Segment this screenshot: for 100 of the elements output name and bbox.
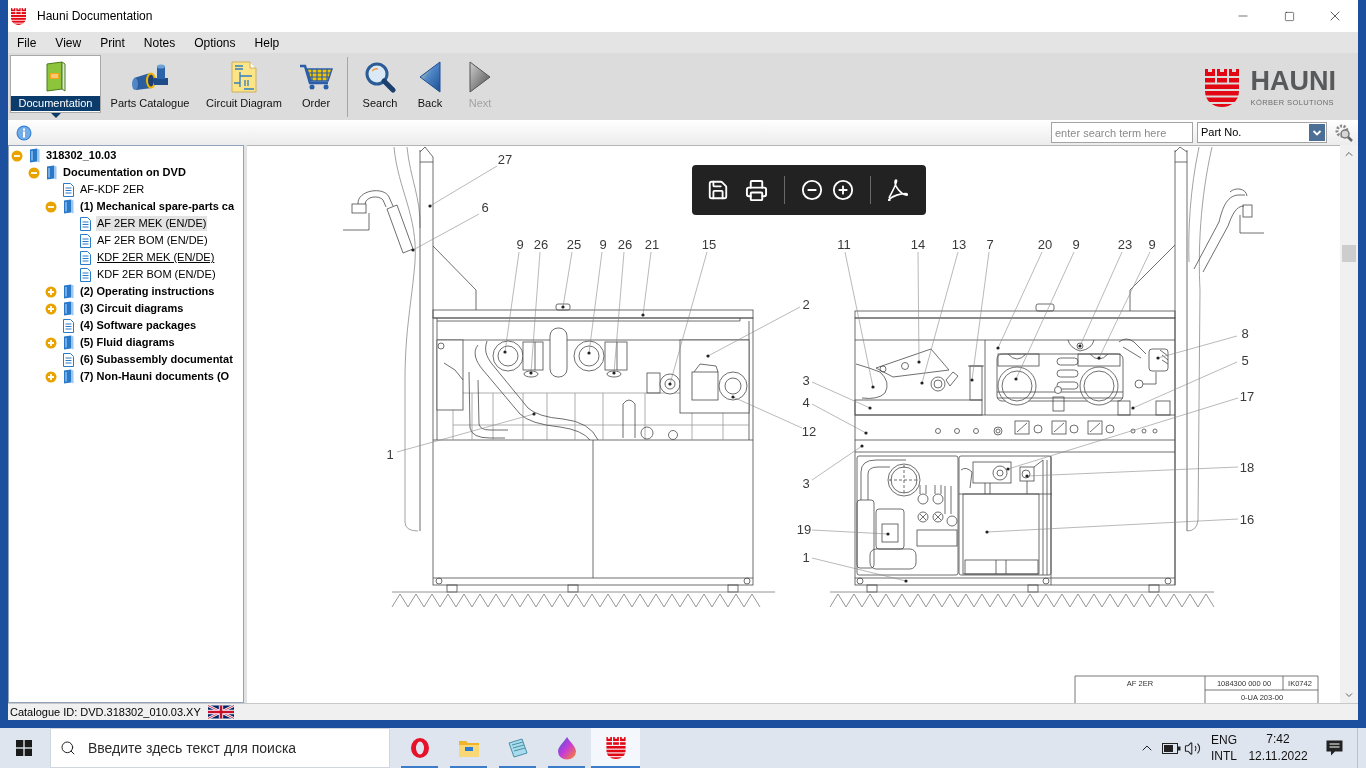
battery-icon[interactable]	[1162, 742, 1181, 754]
callout-number: 26	[533, 236, 549, 252]
tree-item[interactable]: (1) Mechanical spare-parts ca	[79, 199, 236, 214]
callout-number: 3	[802, 372, 810, 388]
printer-icon	[744, 178, 768, 202]
triangle-pointer-icon	[51, 113, 61, 118]
document-icon	[80, 216, 91, 231]
tree-item[interactable]: (3) Circuit diagrams	[79, 301, 185, 316]
info-icon[interactable]	[16, 124, 32, 141]
scrollbar-thumb[interactable]	[1342, 245, 1356, 262]
clock[interactable]: 7:42 12.11.2022	[1245, 728, 1311, 768]
castle-logo-icon	[11, 7, 26, 25]
tree-item[interactable]: AF 2ER MEK (EN/DE)	[96, 216, 208, 231]
book-icon	[46, 165, 57, 180]
callout-number: 9	[599, 236, 607, 252]
callout-number: 27	[497, 151, 513, 167]
minus-circle-icon[interactable]	[45, 200, 57, 213]
plus-circle-icon[interactable]	[45, 370, 57, 383]
callout-number: 1	[386, 446, 394, 462]
tree-item[interactable]: (7) Non-Hauni documents (O	[79, 369, 231, 384]
callout-number: 9	[1148, 236, 1156, 252]
plus-circle-icon[interactable]	[45, 336, 57, 349]
menu-item[interactable]: Notes	[134, 33, 185, 52]
tree-item[interactable]: Documentation on DVD	[62, 165, 187, 180]
catalogue-id: Catalogue ID: DVD.318302_010.03.XY	[10, 704, 201, 720]
leader-line	[411, 213, 480, 252]
book-icon	[29, 148, 40, 163]
callout-number: 3	[802, 475, 810, 491]
plus-circle-icon[interactable]	[45, 302, 57, 315]
menu-item[interactable]: View	[46, 33, 91, 52]
book-icon	[63, 301, 74, 316]
leader-line	[731, 395, 803, 429]
swoosh-icon	[886, 179, 908, 201]
toolbar-button[interactable]: Search	[358, 55, 402, 113]
callout-number: 21	[644, 236, 660, 252]
save-icon	[707, 179, 729, 201]
window-title: Hauni Documentation	[37, 8, 153, 25]
callout-number: 19	[796, 521, 812, 537]
language-indicator[interactable]: ENG INTL	[1207, 728, 1241, 768]
tree-item[interactable]: (5) Fluid diagrams	[79, 335, 176, 350]
minus-circle-icon[interactable]	[28, 166, 40, 179]
menu-item[interactable]: Print	[91, 33, 134, 52]
book-icon	[63, 335, 74, 350]
gear-magnifier-icon[interactable]	[1335, 123, 1353, 142]
tree-item[interactable]: AF-KDF 2ER	[79, 182, 146, 197]
tree-item[interactable]: KDF 2ER BOM (EN/DE)	[96, 267, 217, 282]
search-field[interactable]: enter search term here	[1051, 122, 1193, 143]
toolbar-button[interactable]: Back	[408, 55, 452, 113]
toolbar-button[interactable]: Circuit Diagram	[199, 55, 289, 113]
castle-logo-icon	[605, 737, 626, 759]
taskbar-app[interactable]	[591, 728, 640, 768]
menu-item[interactable]: File	[8, 33, 46, 52]
callout-number: 11	[837, 236, 851, 252]
left-triangle-icon	[418, 61, 442, 93]
tree-item[interactable]: KDF 2ER MEK (EN/DE)	[96, 250, 216, 265]
book-icon	[63, 369, 74, 384]
callout-number: 23	[1117, 236, 1133, 252]
callout-number: 9	[1072, 236, 1080, 252]
notebook-icon	[506, 737, 529, 759]
tree-item[interactable]: (2) Operating instructions	[79, 284, 216, 299]
maximize-icon	[1283, 10, 1295, 22]
tree-item[interactable]: 318302_10.03	[45, 148, 118, 163]
callout-number: 15	[701, 236, 717, 252]
zoom-in-icon	[832, 179, 854, 201]
document-icon	[63, 182, 74, 197]
leader-line	[811, 444, 864, 481]
minus-circle-icon[interactable]	[11, 149, 23, 162]
scope-dropdown[interactable]: Part No.	[1197, 122, 1327, 143]
plus-circle-icon[interactable]	[45, 285, 57, 298]
search-icon	[60, 740, 76, 756]
callout-number: 13	[951, 236, 967, 252]
circuit-document-icon	[230, 61, 258, 93]
document-icon	[63, 352, 74, 367]
tree-item[interactable]: (6) Subassembly documentat	[79, 352, 234, 367]
callout-number: 25	[566, 236, 582, 252]
flag-icon[interactable]	[207, 705, 234, 719]
castle-logo-icon	[1204, 68, 1239, 107]
callout-number: 12	[801, 423, 817, 439]
bolt-and-nut-icon	[130, 63, 170, 91]
menu-item[interactable]: Help	[245, 33, 289, 52]
book-icon	[43, 61, 68, 93]
search-icon	[364, 61, 396, 93]
callout-number: 1	[802, 549, 810, 565]
cart-icon	[299, 63, 333, 91]
tree-item[interactable]: AF 2ER BOM (EN/DE)	[96, 233, 209, 248]
taskbar-search-field[interactable]: Введите здесь текст для поиска	[50, 728, 390, 768]
callout-number: 9	[516, 236, 524, 252]
menu-item[interactable]: Options	[185, 33, 245, 52]
callout-number: 5	[1241, 352, 1249, 368]
document-icon	[80, 267, 91, 282]
document-icon	[80, 233, 91, 248]
callout-number: 8	[1241, 325, 1249, 341]
callout-number: 20	[1037, 236, 1053, 252]
document-icon	[63, 318, 74, 333]
toolbar-button[interactable]: Order	[296, 55, 336, 113]
tree-item[interactable]: (4) Software packages	[79, 318, 198, 333]
toolbar-button[interactable]: Parts Catalogue	[108, 55, 192, 113]
book-icon	[63, 284, 74, 299]
speaker-icon[interactable]	[1184, 739, 1201, 757]
callout-number: 4	[802, 394, 810, 410]
